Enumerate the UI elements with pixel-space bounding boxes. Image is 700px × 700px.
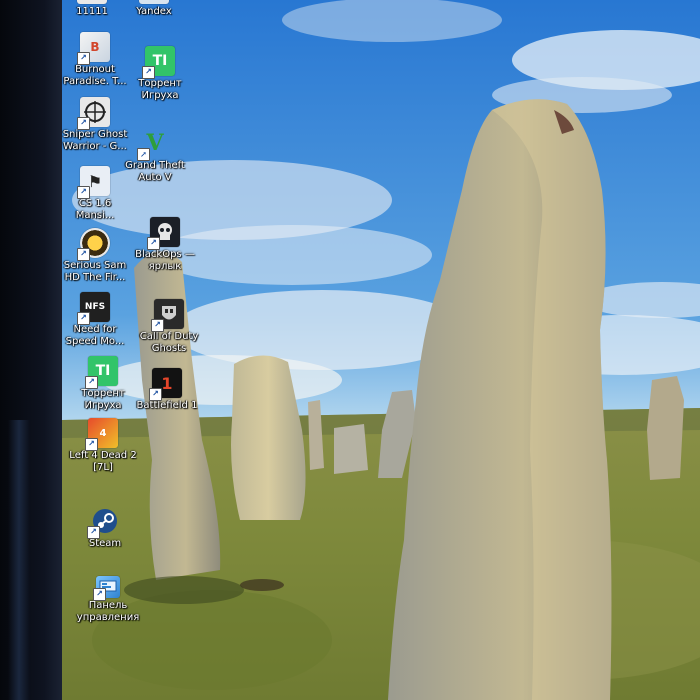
- bezel-reflection: [8, 420, 30, 700]
- desktop-icon-torrent-igruha-1[interactable]: TI ↗ Торрент Игруха: [123, 46, 197, 102]
- gta-v-icon: V ↗: [137, 128, 170, 161]
- need-for-speed-icon: NFS ↗: [77, 292, 110, 325]
- serious-sam-icon: ↗: [77, 228, 110, 261]
- desktop-icon-steam[interactable]: ↗ Steam: [68, 506, 142, 550]
- icon-label: Need for Speed Mo...: [65, 324, 125, 347]
- icon-label: Торрент Игруха: [81, 388, 125, 411]
- desktop-icon-cs-16[interactable]: ⚑ ↗ CS 1.6 Mansi...: [62, 166, 132, 222]
- icon-label: Battlefield 1: [136, 400, 198, 411]
- icon-label: Steam: [88, 538, 122, 549]
- icon-label: BlackOps — ярлык: [135, 249, 195, 272]
- steam-icon: ↗: [87, 506, 120, 539]
- call-of-duty-ghosts-icon: ↗: [151, 299, 184, 332]
- desktop[interactable]: 11111 Yandex B ↗ Burnout Paradise. T... T…: [62, 0, 700, 700]
- left-4-dead-2-icon: 4 ↗: [85, 418, 118, 451]
- icon-label: Торрент Игруха: [138, 78, 182, 101]
- shortcut-icon: [77, 0, 107, 4]
- desktop-icon-control-panel[interactable]: ↗ Панель управления: [71, 576, 145, 624]
- desktop-icon-need-for-speed[interactable]: NFS ↗ Need for Speed Mo...: [62, 292, 132, 348]
- desktop-icon-left-4-dead-2[interactable]: 4 ↗ Left 4 Dead 2 [7L]: [66, 418, 140, 474]
- burnout-paradise-icon: B ↗: [77, 32, 110, 65]
- icon-label: CS 1.6 Mansi...: [75, 198, 115, 221]
- desktop-icon-black-ops[interactable]: ↗ BlackOps — ярлык: [128, 217, 202, 273]
- icon-label: Left 4 Dead 2 [7L]: [69, 450, 137, 473]
- sniper-ghost-warrior-icon: ↗: [77, 97, 110, 130]
- icon-label: Call of Duty Ghosts: [139, 331, 199, 354]
- icon-label: Панель управления: [76, 600, 140, 623]
- desktop-icon-torrent-igruha-2[interactable]: TI ↗ Торрент Игруха: [66, 356, 140, 412]
- counter-strike-icon: ⚑ ↗: [77, 166, 110, 199]
- desktop-icon-serious-sam[interactable]: ↗ Serious Sam HD The Fir...: [62, 228, 132, 284]
- torrent-igruha-icon: TI ↗: [142, 46, 175, 79]
- torrent-igruha-icon: TI ↗: [85, 356, 118, 389]
- yandex-browser-icon: [139, 0, 169, 4]
- control-panel-icon: ↗: [93, 576, 120, 601]
- battlefield-1-icon: 1 ↗: [149, 368, 182, 401]
- icon-label: Yandex: [136, 6, 172, 17]
- desktop-icon-yandex[interactable]: Yandex: [117, 0, 191, 18]
- desktop-icon-battlefield-1[interactable]: 1 ↗ Battlefield 1: [130, 368, 204, 412]
- icon-label: Serious Sam HD The Fir...: [63, 260, 127, 283]
- icon-label: Burnout Paradise. T...: [63, 64, 127, 87]
- black-ops-icon: ↗: [147, 217, 180, 250]
- desktop-icon-burnout-paradise[interactable]: B ↗ Burnout Paradise. T...: [62, 32, 132, 88]
- desktop-icon-call-of-duty-ghosts[interactable]: ↗ Call of Duty Ghosts: [132, 299, 206, 355]
